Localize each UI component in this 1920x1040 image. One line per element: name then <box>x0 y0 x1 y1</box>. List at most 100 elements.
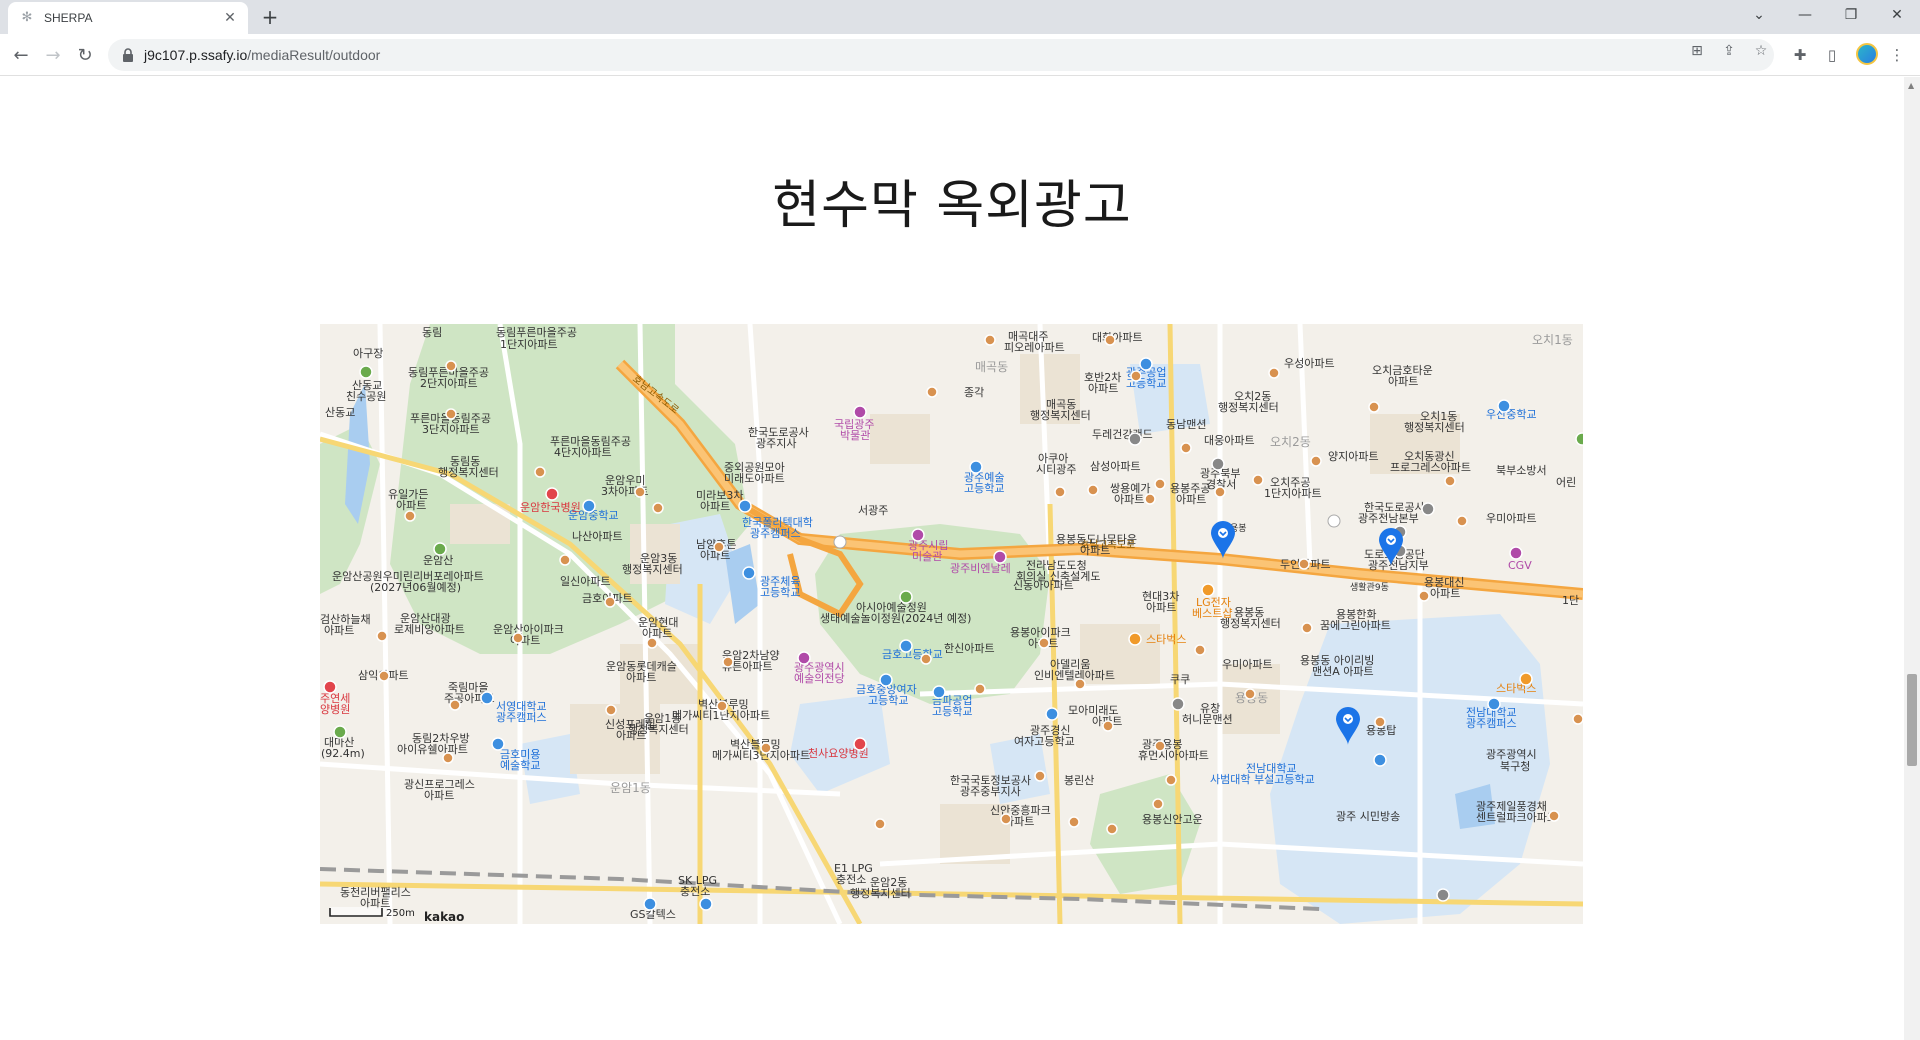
close-tab-icon[interactable]: ✕ <box>222 10 238 26</box>
kakao-logo: kakao <box>424 910 464 924</box>
new-tab-button[interactable]: + <box>258 6 282 30</box>
back-button[interactable]: ← <box>8 42 34 68</box>
map-label: 아파트 <box>642 627 672 640</box>
map-label: 고등학교 <box>932 705 972 718</box>
map-canvas[interactable]: 호남고속도로 호남고속도로 매곡동 오치2동 오치1동 운암1동 용봉동 동림 … <box>320 324 1583 924</box>
map-label: 종각 <box>964 386 984 399</box>
map-label: 산동교 <box>325 406 355 419</box>
map-label: 운암산 <box>423 554 453 567</box>
map-label: 나산아파트 <box>572 530 623 543</box>
map-label: 일신아파트 <box>560 574 611 588</box>
map-label: 행정복지센터 <box>628 723 689 736</box>
vertical-scrollbar[interactable]: ▲ <box>1904 77 1920 1040</box>
forward-button[interactable]: → <box>40 42 66 68</box>
map-label: 예술학교 <box>500 759 540 772</box>
map-label: 사범대학 부설고등학교 <box>1210 773 1315 786</box>
map-label: 광주중부지사 <box>960 785 1021 798</box>
map-label: 인비엔텔레아파트 <box>1034 669 1115 682</box>
map-label: 허니문맨션 <box>1182 713 1233 726</box>
map-label: 대화아파트 <box>1092 331 1143 344</box>
district-label: 오치1동 <box>1532 333 1573 347</box>
map-label: 아파트 <box>1088 382 1118 395</box>
map-label: 생활관9동 <box>1350 581 1389 593</box>
map-label: 행정복지센터 <box>1404 421 1465 434</box>
browser-tab[interactable]: ✻ SHERPA ✕ <box>8 2 248 34</box>
bookmark-star-icon[interactable]: ☆ <box>1752 42 1770 60</box>
map-label: 프로그레스아파트 <box>1390 461 1471 474</box>
map-label: 고등학교 <box>868 694 908 707</box>
map-label: 아파트 <box>700 500 730 513</box>
map-label: 광주캠퍼스 <box>1466 717 1517 730</box>
map-label: 피오레아파트 <box>1004 341 1065 354</box>
map-label: 2단지아파트 <box>420 377 478 390</box>
district-label: 운암1동 <box>610 781 651 795</box>
tab-search-chevron-icon[interactable]: ⌄ <box>1736 0 1782 30</box>
scroll-up-arrow-icon[interactable]: ▲ <box>1908 81 1914 90</box>
map-label: 운암한국병원 <box>520 501 581 514</box>
minimize-button[interactable]: — <box>1782 0 1828 30</box>
map-label: 봉린산 <box>1064 774 1094 787</box>
close-window-button[interactable]: ✕ <box>1874 0 1920 30</box>
map-label: 센트럴파크아파트 <box>1476 811 1557 824</box>
map-label: (2027년06월예정) <box>370 581 461 594</box>
map-label: 행정복지센터 <box>1030 409 1091 422</box>
map-label: 친수공원 <box>346 390 386 403</box>
map-label: 삼성아파트 <box>1090 460 1141 473</box>
map-label: 광주 시민방송 <box>1336 810 1400 823</box>
address-bar[interactable]: j9c107.p.ssafy.io /mediaResult/outdoor <box>108 39 1774 71</box>
map-label: 행정복지센터 <box>850 887 911 900</box>
translate-icon[interactable]: ⊞ <box>1688 42 1706 60</box>
map-label: 행정복지센터 <box>438 466 499 479</box>
map-label: 시티광주 <box>1036 463 1076 476</box>
map-label: 1단지아파트 <box>500 338 558 351</box>
map-label: 4단지아파트 <box>554 446 612 459</box>
extensions-puzzle-icon[interactable]: ✚ <box>1789 44 1811 66</box>
map-label: 휴먼시아아파트 <box>1138 749 1209 762</box>
map-label: 우미아파트 <box>1222 658 1273 671</box>
side-panel-icon[interactable]: ▯ <box>1821 44 1843 66</box>
map-label: 두레건강랜드 <box>1092 428 1153 441</box>
map-label: 아파트 <box>1388 375 1418 388</box>
map-label: 광주캠퍼스 <box>496 711 547 724</box>
map-label: 광주비엔날레 <box>950 562 1011 575</box>
map-label: 용봉신안고운 <box>1142 813 1203 826</box>
reload-button[interactable]: ↻ <box>72 42 98 68</box>
lock-icon <box>123 48 133 62</box>
restore-button[interactable]: ❐ <box>1828 0 1874 30</box>
map-label: 1단지아파트 <box>1264 487 1322 500</box>
page-title: 현수막 옥외광고 <box>772 176 1132 236</box>
map-label: 꿈에그린아파트 <box>1320 619 1391 632</box>
map-label: 한신아파트 <box>944 642 995 655</box>
map-label: 박물관 <box>840 429 870 442</box>
scrollbar-thumb[interactable] <box>1907 674 1917 766</box>
profile-avatar[interactable] <box>1856 43 1878 65</box>
map-label: 양지아파트 <box>1328 450 1379 463</box>
map-label: 충전소 <box>836 873 866 886</box>
map-label: 아구장 <box>353 347 383 360</box>
map-label: 아파트 <box>424 789 454 802</box>
map-label: 미술관 <box>912 550 942 563</box>
map-label: 우미아파트 <box>1486 512 1537 525</box>
map-label: 아이유쉘아파트 <box>397 743 468 756</box>
map-label: 광주캠퍼스 <box>750 527 801 540</box>
map-label: 아파트 <box>1146 601 1176 614</box>
map-label: 예술의전당 <box>794 672 845 685</box>
browser-tab-strip: ✻ SHERPA ✕ + ⌄ — ❐ ✕ <box>0 0 1920 34</box>
map-label: (92.4m) <box>321 747 365 760</box>
map-label: 광주전남지부 <box>1368 559 1429 572</box>
menu-kebab-icon[interactable]: ⋮ <box>1886 44 1908 66</box>
map-label: 고등학교 <box>964 482 1004 495</box>
url-path: /mediaResult/outdoor <box>247 47 381 63</box>
map-label: 메가씨티3단지아파트 <box>712 749 810 762</box>
map-label: 우성아파트 <box>1284 357 1335 370</box>
map-label: 동림 <box>422 326 442 339</box>
kakao-map[interactable]: 호남고속도로 호남고속도로 매곡동 오치2동 오치1동 운암1동 용봉동 동림 … <box>320 324 1583 924</box>
map-label: 스타벅스 <box>1146 633 1186 646</box>
map-label: 아파트 <box>324 624 354 637</box>
map-label: 행정복지센터 <box>622 563 683 576</box>
map-label: 로제비앙아파트 <box>394 623 465 636</box>
share-icon[interactable]: ⇪ <box>1720 42 1738 60</box>
district-label: 오치2동 <box>1270 435 1311 449</box>
map-label: 3단지아파트 <box>422 423 480 436</box>
map-label: 서광주 <box>858 504 888 517</box>
